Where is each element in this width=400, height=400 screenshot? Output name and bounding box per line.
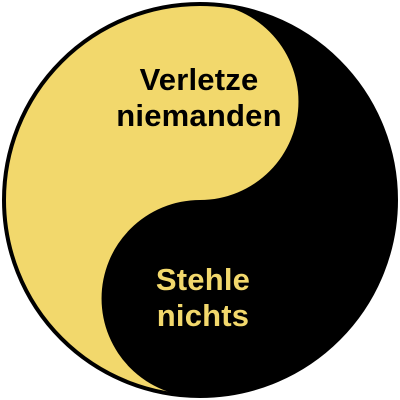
caption-top-line2: niemanden	[116, 98, 282, 133]
caption-top: Verletze niemanden	[89, 62, 309, 134]
yin-yang-symbol	[2, 2, 398, 398]
caption-bottom: Stehle nichts	[93, 262, 313, 334]
caption-bottom-line1: Stehle	[155, 262, 251, 297]
yin-yang-graphic: Verletze niemanden Stehle nichts	[0, 0, 400, 400]
caption-bottom-line2: nichts	[156, 298, 250, 333]
caption-top-line1: Verletze	[139, 62, 259, 97]
